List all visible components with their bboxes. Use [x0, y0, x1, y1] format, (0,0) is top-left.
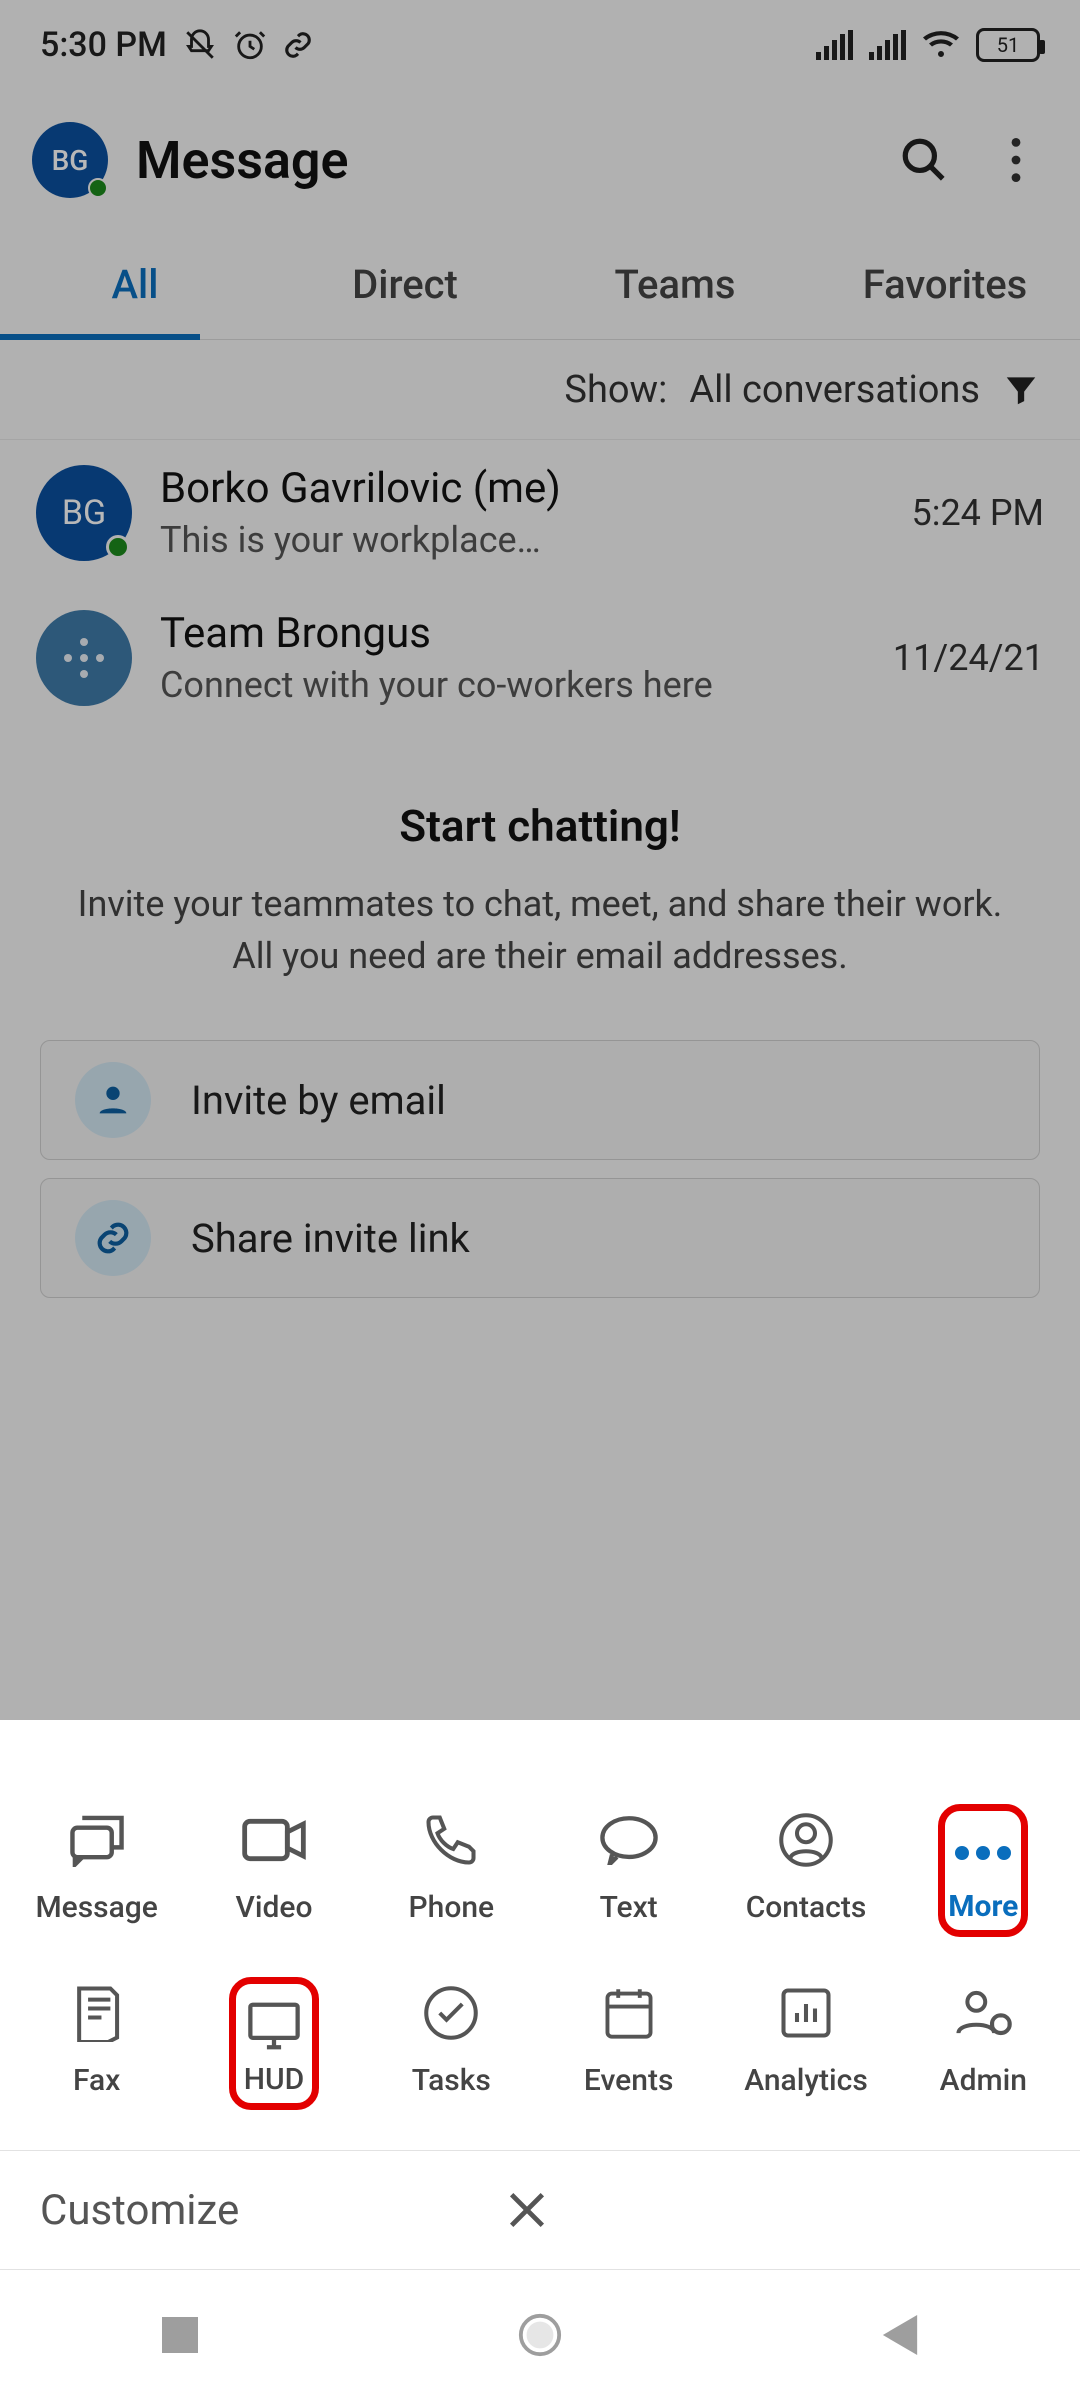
- nav-phone[interactable]: Phone: [363, 1794, 540, 1947]
- video-icon: [238, 1804, 310, 1876]
- wifi-icon: [922, 30, 960, 60]
- signal-icon-2: [869, 30, 906, 60]
- recents-button[interactable]: [154, 2309, 206, 2361]
- nav-message[interactable]: Message: [8, 1794, 185, 1947]
- app-bar: BG Message: [0, 90, 1080, 230]
- nav-row-2: Fax HUD Tasks Events A: [0, 1961, 1080, 2150]
- navigation-sheet: Message Video Phone Text Contacts: [0, 1766, 1080, 2400]
- conversation-avatar: BG: [36, 465, 132, 561]
- conversation-time: 5:24 PM: [912, 492, 1045, 534]
- status-bar: 5:30 PM 51: [0, 0, 1080, 90]
- fax-icon: [61, 1977, 133, 2049]
- nav-tasks[interactable]: Tasks: [363, 1967, 540, 2120]
- profile-avatar[interactable]: BG: [32, 122, 108, 198]
- home-button[interactable]: [514, 2309, 566, 2361]
- hud-icon: [238, 1990, 310, 2062]
- nav-fax[interactable]: Fax: [8, 1967, 185, 2120]
- avatar-initials: BG: [52, 144, 89, 177]
- filter-value: All conversations: [689, 368, 980, 412]
- filter-icon[interactable]: [1002, 371, 1040, 409]
- nav-analytics[interactable]: Analytics: [717, 1967, 894, 2120]
- share-link-label: Share invite link: [191, 1215, 470, 1262]
- message-tabs: All Direct Teams Favorites: [0, 230, 1080, 340]
- nav-video[interactable]: Video: [185, 1794, 362, 1947]
- analytics-icon: [770, 1977, 842, 2049]
- events-icon: [593, 1977, 665, 2049]
- close-button[interactable]: [499, 2182, 555, 2238]
- nav-admin[interactable]: Admin: [895, 1967, 1072, 2120]
- nav-row-1: Message Video Phone Text Contacts: [0, 1766, 1080, 1961]
- empty-title: Start chatting!: [60, 800, 1020, 852]
- customize-row: Customize: [0, 2150, 1080, 2270]
- back-button[interactable]: [874, 2309, 926, 2361]
- message-icon: [61, 1804, 133, 1876]
- presence-dot: [106, 535, 130, 559]
- team-avatar: [36, 610, 132, 706]
- alarm-icon: [233, 28, 267, 62]
- conversation-snippet: This is your workplace…: [160, 519, 884, 561]
- person-icon: [75, 1062, 151, 1138]
- empty-description: Invite your teammates to chat, meet, and…: [60, 878, 1020, 982]
- conversation-name: Team Brongus: [160, 609, 865, 658]
- invite-email-label: Invite by email: [191, 1077, 446, 1124]
- status-time: 5:30 PM: [40, 25, 167, 65]
- conversation-row[interactable]: BG Borko Gavrilovic (me) This is your wo…: [0, 440, 1080, 585]
- signal-icon-1: [816, 30, 853, 60]
- battery-icon: 51: [976, 28, 1040, 62]
- nav-text[interactable]: Text: [540, 1794, 717, 1947]
- nav-hud[interactable]: HUD: [185, 1967, 362, 2120]
- search-button[interactable]: [892, 128, 956, 192]
- overflow-menu-button[interactable]: [984, 128, 1048, 192]
- tab-all[interactable]: All: [0, 230, 270, 339]
- invite-by-email-button[interactable]: Invite by email: [40, 1040, 1040, 1160]
- filter-row[interactable]: Show: All conversations: [0, 340, 1080, 440]
- customize-button[interactable]: Customize: [40, 2186, 239, 2235]
- dnd-icon: [183, 28, 217, 62]
- nav-events[interactable]: Events: [540, 1967, 717, 2120]
- conversation-row[interactable]: Team Brongus Connect with your co-worker…: [0, 585, 1080, 730]
- team-icon: [64, 638, 104, 678]
- tab-teams[interactable]: Teams: [540, 230, 810, 339]
- conversation-time: 11/24/21: [893, 637, 1044, 679]
- presence-dot: [88, 178, 108, 198]
- admin-icon: [947, 1977, 1019, 2049]
- filter-show-label: Show:: [564, 368, 667, 412]
- phone-icon: [415, 1804, 487, 1876]
- tab-direct[interactable]: Direct: [270, 230, 540, 339]
- conversation-name: Borko Gavrilovic (me): [160, 464, 884, 513]
- link-icon: [283, 30, 313, 60]
- page-title: Message: [136, 130, 864, 191]
- text-icon: [593, 1804, 665, 1876]
- tasks-icon: [415, 1977, 487, 2049]
- contacts-icon: [770, 1804, 842, 1876]
- nav-contacts[interactable]: Contacts: [717, 1794, 894, 1947]
- conversation-snippet: Connect with your co-workers here: [160, 664, 865, 706]
- tab-favorites[interactable]: Favorites: [810, 230, 1080, 339]
- more-icon: [947, 1817, 1019, 1889]
- link-icon: [75, 1200, 151, 1276]
- android-nav-bar: [0, 2270, 1080, 2400]
- empty-state: Start chatting! Invite your teammates to…: [0, 730, 1080, 1022]
- share-invite-link-button[interactable]: Share invite link: [40, 1178, 1040, 1298]
- nav-more[interactable]: More: [895, 1794, 1072, 1947]
